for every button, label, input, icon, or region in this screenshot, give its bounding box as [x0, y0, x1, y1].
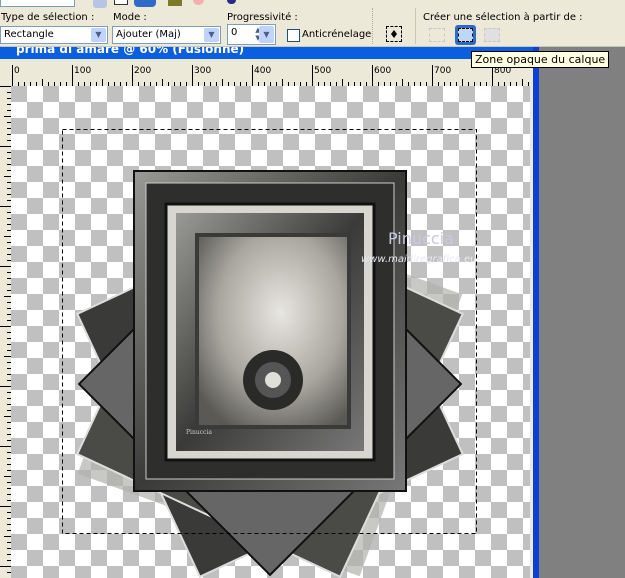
chevron-down-icon[interactable]: ▼: [91, 28, 106, 42]
ruler-tick: [0, 326, 11, 327]
ruler-tick: [0, 446, 11, 447]
ruler-label: 0: [14, 66, 20, 76]
ruler-tick: [4, 416, 11, 417]
top-combo-partial[interactable]: [0, 0, 75, 7]
opaque-layer-button[interactable]: [455, 25, 476, 45]
selection-from-mask-icon[interactable]: [429, 28, 445, 42]
ruler-label: 300: [194, 66, 212, 76]
layer-icon[interactable]: [168, 0, 182, 6]
artwork: Pinuccia www.maidiregrafica.eu Pinuccia: [62, 129, 477, 578]
window-border: [533, 47, 539, 578]
signature: Pinuccia: [186, 429, 212, 436]
ruler-tick: [342, 79, 343, 86]
watermark-name: Pinuccia: [388, 229, 454, 248]
edit-icon[interactable]: [114, 0, 128, 5]
tool-icon[interactable]: [227, 0, 236, 4]
ruler-tick: [132, 65, 133, 86]
ruler-tick: [0, 506, 11, 507]
feather-value: 0: [231, 27, 238, 38]
ruler-tick: [4, 356, 11, 357]
top-toolbar-arrow[interactable]: [93, 0, 107, 8]
chevron-down-icon[interactable]: ▼: [204, 28, 219, 42]
ruler-label: 700: [434, 66, 452, 76]
ruler-tick: [4, 116, 11, 117]
ruler-label: 200: [134, 66, 152, 76]
document-title: prima di amare @ 60% (Fusionné): [16, 47, 245, 56]
ruler-tick: [4, 296, 11, 297]
ruler-tick: [192, 65, 193, 86]
document-title-bar[interactable]: prima di amare @ 60% (Fusionné): [0, 47, 533, 59]
ruler-tick: [282, 79, 283, 86]
ruler-tick: [522, 79, 523, 86]
watermark-url: www.maidiregrafica.eu: [361, 254, 476, 265]
ruler-tick: [222, 79, 223, 86]
ruler-tick: [402, 79, 403, 86]
ruler-tick: [42, 79, 43, 86]
selection-from-vector-icon[interactable]: [484, 28, 500, 42]
ruler-tick: [12, 65, 13, 86]
separator: [415, 8, 416, 44]
ruler-tick: [0, 266, 11, 267]
mode-label: Mode :: [113, 12, 147, 23]
ruler-label: 400: [254, 66, 272, 76]
ruler-tick: [4, 476, 11, 477]
antialias-checkbox[interactable]: [287, 29, 300, 42]
ruler-tick: [0, 206, 11, 207]
create-from-label: Créer une sélection à partir de :: [423, 12, 583, 23]
ruler-label: 500: [314, 66, 332, 76]
ruler-tick: [462, 79, 463, 86]
ruler-tick: [0, 146, 11, 147]
select-none-icon[interactable]: [386, 26, 402, 42]
ruler-tick: [102, 79, 103, 86]
vertical-ruler: [0, 86, 11, 578]
chevron-down-icon[interactable]: ▼: [259, 26, 274, 43]
ruler-tick: [312, 65, 313, 86]
selection-type-value: Rectangle: [4, 29, 54, 40]
ruler-tick: [4, 236, 11, 237]
ruler-tick: [4, 536, 11, 537]
ruler-tick: [492, 65, 493, 86]
flower: [243, 350, 303, 410]
feather-label: Progressivité :: [227, 12, 298, 23]
ruler-tick: [0, 566, 11, 567]
selection-type-label: Type de sélection :: [1, 12, 95, 23]
ruler-label: 600: [374, 66, 392, 76]
ruler-tick: [0, 386, 11, 387]
mode-value: Ajouter (Maj): [116, 29, 181, 40]
separator: [372, 8, 373, 44]
ruler-tick: [432, 65, 433, 86]
selection-type-select[interactable]: Rectangle ▼: [0, 26, 108, 44]
opaque-layer-icon: [458, 28, 473, 42]
horizontal-ruler: 0 100 200 300 400 500 600 700 800: [11, 65, 530, 86]
mode-select[interactable]: Ajouter (Maj) ▼: [112, 26, 221, 44]
ruler-tick: [252, 65, 253, 86]
ruler-tick: [4, 176, 11, 177]
antialias-label: Anticrénelage: [302, 29, 372, 40]
tool-options-toolbar: Type de sélection : Rectangle ▼ Mode : A…: [0, 0, 625, 47]
document-window: 0 100 200 300 400 500 600 700 800 Pinucc…: [0, 59, 533, 578]
delete-icon[interactable]: [193, 0, 204, 5]
selection-tool-icon[interactable]: [134, 0, 156, 7]
image-canvas[interactable]: Pinuccia www.maidiregrafica.eu Pinuccia: [11, 86, 530, 578]
ruler-tick: [72, 65, 73, 86]
ruler-tick: [162, 79, 163, 86]
ruler-tick: [372, 65, 373, 86]
tooltip: Zone opaque du calque: [471, 51, 610, 68]
ruler-label: 100: [74, 66, 92, 76]
feather-stepper[interactable]: 0 ▲ ▼ ▼: [227, 24, 276, 45]
ruler-tick: [0, 86, 11, 87]
